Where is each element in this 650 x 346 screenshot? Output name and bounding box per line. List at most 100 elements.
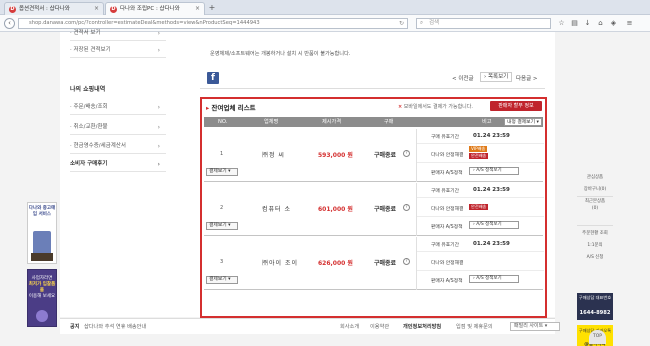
divider	[417, 251, 544, 252]
help-icon[interactable]: ?	[403, 150, 410, 157]
row-no: 3	[220, 259, 224, 265]
ad-text: 다나와 중고매입 서비스	[28, 206, 56, 217]
seller-price: 593,000 원	[318, 152, 353, 159]
table-header: NO. 업체명 제시가격 구매 비고 내정 결제보기 ▾	[204, 117, 543, 127]
chevron-right-icon: ›	[157, 104, 160, 111]
col-note: 비고	[482, 119, 492, 125]
safe-label: 다나와 안정해결	[431, 153, 464, 158]
footer-link-terms[interactable]: 이용약관	[370, 323, 389, 330]
next-post-link[interactable]: 다음글 >	[516, 74, 538, 82]
notice-link[interactable]: 샵다나와 추석 연휴 배송안내	[84, 323, 146, 330]
mobile-hint: × 모바일에서도 결제가 가능합니다.	[398, 104, 473, 110]
table-row: 3 ㈜아이 조이 626,000 원 구매종료 ? 결제보기 ▾ 구매 유효기간…	[204, 237, 544, 290]
divider	[417, 143, 544, 144]
top-button[interactable]: TOP	[589, 330, 606, 344]
new-tab-button[interactable]: +	[207, 3, 217, 13]
left-menu: · 견적서 보기 › · 저장된 견적보기 › 나의 쇼핑내역 · 주문/배송/조회…	[60, 30, 168, 212]
more-button[interactable]: 결제보기 ▾	[206, 168, 238, 176]
buy-period-value: 01.24 23:59	[473, 241, 510, 247]
buy-period-label: 구매 유효기간	[431, 189, 460, 194]
divider	[417, 197, 544, 198]
page-body: · 견적서 보기 › · 저장된 견적보기 › 나의 쇼핑내역 · 주문/배송/조회…	[0, 30, 650, 346]
browser-tab-pc[interactable]: D 다나와 조립PC : 샵다나와 ×	[105, 2, 205, 15]
chevron-right-icon: ›	[157, 143, 160, 150]
business-ad-banner[interactable]: 사업자라면 최저가 입찰품을 이용해 보세요	[27, 269, 57, 327]
help-icon[interactable]: ?	[403, 258, 410, 265]
as-policy-button[interactable]: › A/S 정책보기	[469, 167, 519, 175]
table-row: 2 컴퓨터 소 601,000 원 구매종료 ? 결제보기 ▾ 구매 유효기간 …	[204, 183, 544, 236]
reload-icon[interactable]: ↻	[399, 19, 404, 28]
safe-label: 다나와 안정해결	[431, 261, 464, 266]
library-icon[interactable]: ▤	[570, 19, 579, 28]
quick-as-request[interactable]: A/S 신청	[575, 255, 615, 261]
sort-select[interactable]: 내정 결제보기 ▾	[504, 118, 542, 126]
facebook-icon[interactable]: f	[207, 72, 219, 84]
call-center-box: 구매상담 대표번호 1644-8982	[577, 293, 613, 320]
menu-section-title: 나의 쇼핑내역	[70, 86, 106, 93]
quick-inquiry[interactable]: 1:1문의	[575, 243, 615, 249]
prev-post-link[interactable]: < 이전글	[452, 74, 474, 82]
quick-recent-count: (0)	[591, 206, 599, 211]
download-icon[interactable]: ↓	[583, 19, 592, 28]
star-icon[interactable]: ☆	[557, 19, 566, 28]
pocket-icon[interactable]: ◈	[609, 19, 618, 28]
vip-badge: VIP배송	[469, 146, 488, 152]
footer-link-company[interactable]: 회사소개	[340, 323, 359, 330]
help-icon[interactable]: ?	[403, 204, 410, 211]
close-tab-icon[interactable]: ×	[94, 3, 99, 15]
safe-label: 다나와 안정해결	[431, 207, 464, 212]
used-buy-ad-banner[interactable]: 다나와 중고매입 서비스	[27, 202, 57, 264]
chevron-right-icon: ›	[157, 161, 160, 168]
quick-recent[interactable]: 최근본상품	[575, 199, 615, 205]
desk-illustration	[31, 253, 53, 261]
divider	[577, 196, 613, 197]
browser-tabbar: D 옵션견적서 : 샵다나와 × D 다나와 조립PC : 샵다나와 × +	[0, 0, 650, 15]
divider	[200, 88, 545, 89]
safe-badge: 안전배송	[469, 153, 489, 159]
buy-period-label: 구매 유효기간	[431, 135, 460, 140]
menu-item-refund[interactable]: · 취소/교환/환불 ›	[70, 120, 166, 135]
chevron-right-icon: ›	[157, 30, 160, 37]
quick-order-status[interactable]: 주문현황 조회	[575, 231, 615, 237]
browser-search-input[interactable]: ⌕ 검색	[416, 18, 551, 29]
menu-item-orders[interactable]: · 주문/배송/조회 ›	[70, 100, 166, 115]
footer-link-partner[interactable]: 입점 및 제휴문의	[456, 323, 493, 330]
ad-text: 사업자라면 최저가 입찰품을 이용해 보세요	[28, 276, 56, 299]
safe-badge: 안전배송	[469, 204, 489, 210]
menu-item-reviews[interactable]: 소비자 구매후기 ›	[70, 157, 166, 172]
notice-label: 공지	[70, 324, 80, 330]
installment-info-button[interactable]: 판매자 할부 정보	[490, 101, 542, 111]
more-button[interactable]: 결제보기 ▾	[206, 276, 238, 284]
notice-text: 운영체제/소프트웨어는 개봉하거나 설치 시 반품이 불가능합니다.	[210, 51, 351, 57]
as-policy-button[interactable]: › A/S 정책보기	[469, 221, 519, 229]
footer-link-privacy[interactable]: 개인정보처리방침	[403, 323, 441, 330]
col-no: NO.	[218, 119, 228, 125]
browser-tab-estimate[interactable]: D 옵션견적서 : 샵다나와 ×	[4, 2, 104, 15]
menu-item-receipt[interactable]: · 현금영수증/세금계산서 ›	[70, 139, 166, 154]
col-seller: 업체명	[264, 119, 279, 125]
as-policy-button[interactable]: › A/S 정책보기	[469, 275, 519, 283]
menu-icon[interactable]: ≡	[625, 19, 634, 28]
divider	[417, 162, 544, 163]
buy-status: 구매종료	[374, 260, 397, 267]
list-button[interactable]: › 목록보기	[480, 72, 513, 82]
seller-name: ㈜아이 조이	[262, 260, 298, 267]
person-illustration	[36, 310, 48, 322]
buy-period-value: 01.24 23:59	[473, 133, 510, 139]
quick-cart[interactable]: 장바구니(0)	[575, 187, 615, 193]
divider	[417, 270, 544, 271]
back-button[interactable]: ‹	[4, 18, 15, 29]
seller-price: 601,000 원	[318, 206, 353, 213]
col-buy: 구매	[384, 119, 394, 125]
home-icon[interactable]: ⌂	[596, 19, 605, 28]
quick-wishlist[interactable]: 관심상품	[575, 175, 615, 181]
seller-name: ㈜정 씨	[262, 152, 285, 159]
close-tab-icon[interactable]: ×	[195, 3, 200, 15]
menu-item-saved-estimate[interactable]: · 저장된 견적보기 ›	[70, 43, 166, 58]
more-button[interactable]: 결제보기 ▾	[206, 222, 238, 230]
seller-name: 컴퓨터 소	[262, 206, 291, 213]
right-quick-bar: 관심상품 장바구니(0) 최근본상품 (0) 주문현황 조회 1:1문의 A/S…	[575, 175, 615, 346]
menu-item-estimate[interactable]: · 견적서 보기 ›	[70, 26, 166, 41]
family-site-select[interactable]: 패밀리 사이트 ▾	[510, 322, 560, 331]
buy-period-value: 01.24 23:59	[473, 187, 510, 193]
